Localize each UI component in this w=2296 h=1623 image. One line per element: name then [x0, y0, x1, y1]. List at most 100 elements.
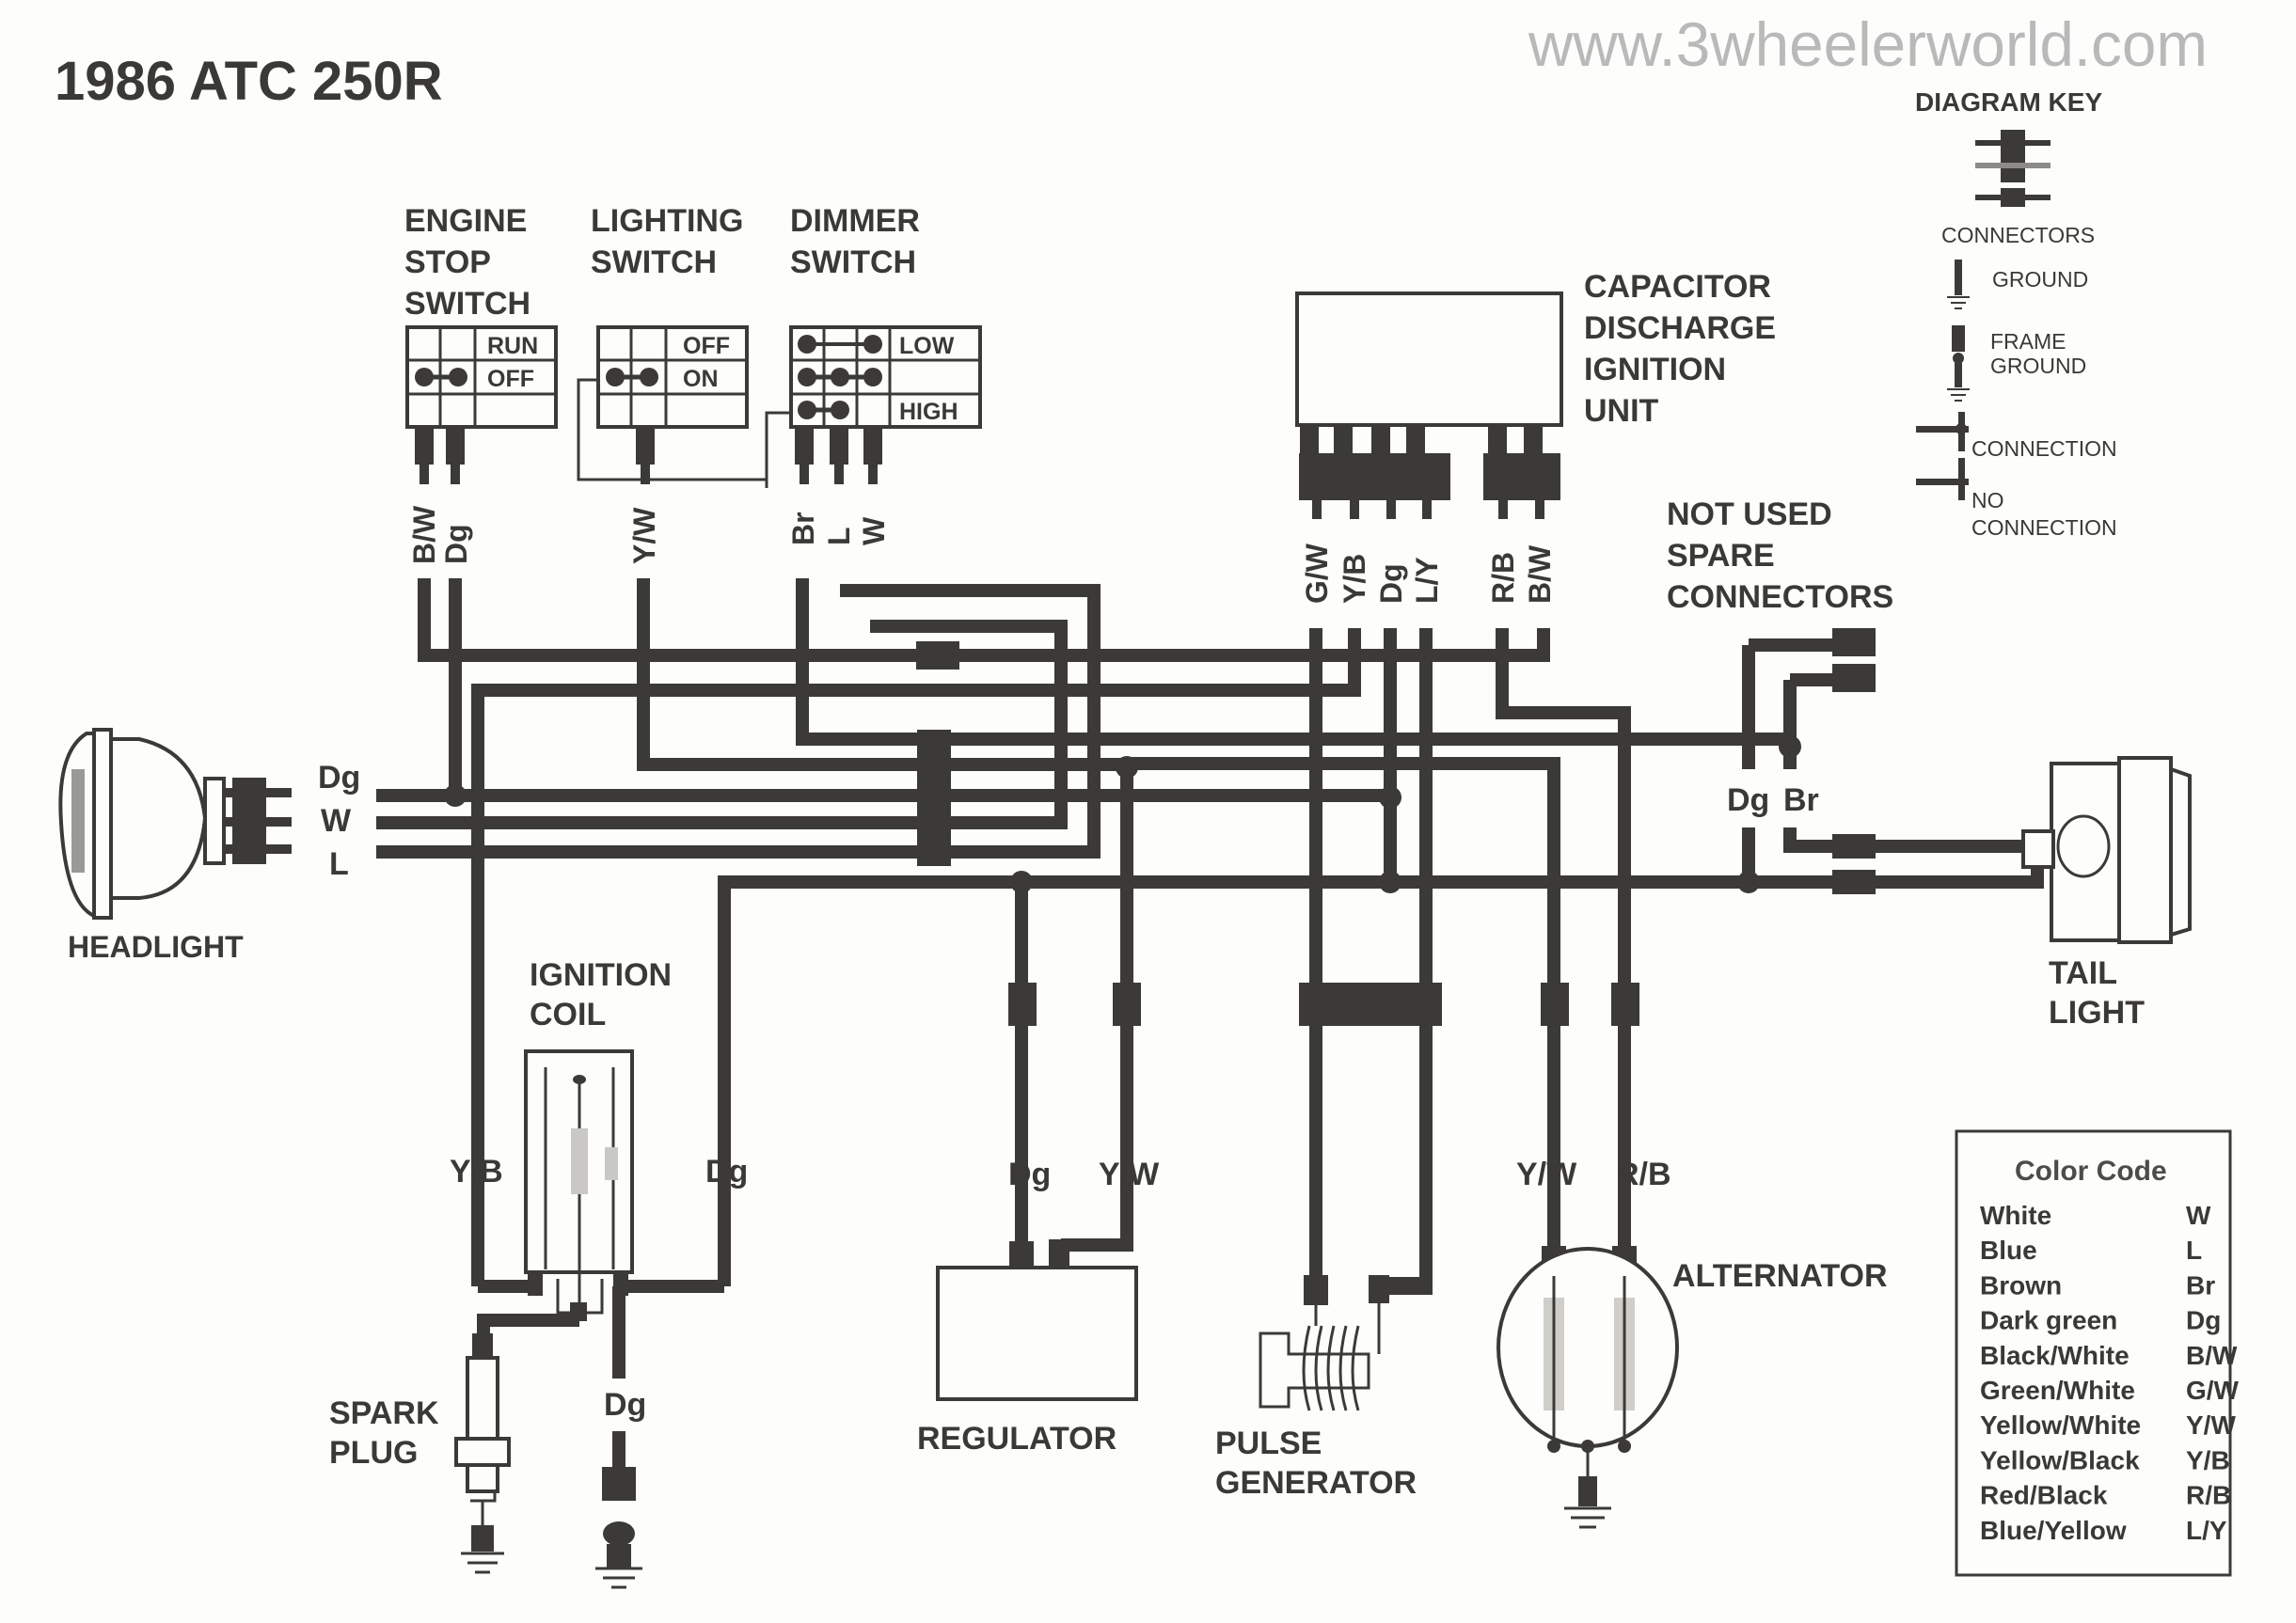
spare-connector-2 [1832, 664, 1876, 692]
engine-stop-wire-dg: Dg [439, 524, 473, 564]
dimmer-high: HIGH [899, 399, 958, 425]
coil-label-2: COIL [530, 997, 606, 1032]
headlight-wire-l: L [329, 846, 349, 882]
color-name: Yellow/Black [1980, 1445, 2140, 1474]
engine-stop-wire-bw: B/W [407, 505, 441, 564]
lighting-label-2: SWITCH [591, 244, 717, 280]
alternator-rb-connector [1611, 983, 1639, 1026]
diagram-title: 1986 ATC 250R [55, 51, 443, 112]
junction-dot [1116, 756, 1138, 779]
color-code-table: Color Code White W Blue L Brown Br Dark green D… [1955, 1129, 2240, 1577]
headlight-wire-w: W [321, 803, 352, 839]
color-abbrev: L [2186, 1236, 2202, 1265]
pulse-generator-connector [1299, 983, 1442, 1026]
wire-spare-br-lower [1783, 827, 1837, 853]
color-name: Black/White [1980, 1341, 2130, 1370]
coil-wire-dg: Dg [705, 1154, 748, 1190]
alternator-wire-yw: Y/W [1516, 1157, 1577, 1192]
no-connection-icon [1916, 458, 1969, 500]
color-code-row: Yellow/White Y/W [1980, 1410, 2236, 1440]
alternator-yw-connector [1541, 983, 1569, 1026]
pulse-label-1: PULSE [1215, 1426, 1322, 1461]
spare-label-2: SPARE [1667, 538, 1775, 574]
dimmer-label-2: SWITCH [790, 244, 916, 280]
pulse-coil-icon [1302, 1325, 1360, 1411]
frame-ground-icon [603, 1521, 635, 1546]
color-abbrev: B/W [2186, 1341, 2238, 1370]
cdi-wire-yb: Y/B [1338, 554, 1371, 604]
tail-label-2: LIGHT [2049, 995, 2145, 1031]
engine-stop-label-1: ENGINE [404, 203, 527, 239]
key-connection-label: CONNECTION [1971, 436, 2117, 461]
color-code-row: Green/White G/W [1980, 1376, 2240, 1405]
color-abbrev: W [2186, 1201, 2211, 1230]
bw-connector [916, 641, 959, 670]
headlight: Dg W L HEADLIGHT [58, 728, 360, 964]
spark-plug-label-1: SPARK [329, 1395, 439, 1431]
color-code-row: Red/Black R/B [1980, 1481, 2231, 1510]
junction-dot [1779, 735, 1801, 758]
color-code-row: Black/White B/W [1980, 1341, 2238, 1370]
cdi-wire-gw: G/W [1300, 543, 1334, 604]
junction-dot [1010, 871, 1033, 893]
color-name: Green/White [1980, 1376, 2135, 1405]
wire-spare-br [1783, 673, 1837, 769]
cdi-wire-rb: R/B [1486, 552, 1520, 604]
color-abbrev: R/B [2186, 1481, 2231, 1510]
key-no-connection-label-2: CONNECTION [1971, 515, 2117, 540]
alternator: Y/W R/B ALTERNATOR [1496, 1157, 1888, 1529]
junction-dot [1737, 871, 1760, 893]
diagram-key: DIAGRAM KEY CONNECTORS GROUND FRAME GROU… [1915, 87, 2117, 540]
lighting-label-1: LIGHTING [591, 203, 743, 239]
color-name: Blue/Yellow [1980, 1516, 2127, 1545]
ignition-coil: IGNITION COIL Y/B Dg [450, 957, 748, 1379]
color-abbrev: Dg [2186, 1306, 2221, 1335]
coil-label-1: IGNITION [530, 957, 672, 993]
cdi-label-2: DISCHARGE [1584, 310, 1776, 346]
color-abbrev: G/W [2186, 1376, 2240, 1405]
headlight-wire-dg: Dg [318, 760, 360, 796]
color-name: White [1980, 1201, 2051, 1230]
spark-plug-label-2: PLUG [329, 1435, 418, 1471]
tail-bulb-icon [2056, 814, 2111, 878]
color-name: Dark green [1980, 1306, 2117, 1335]
engine-stop-run: RUN [487, 333, 538, 359]
engine-stop-label-2: STOP [404, 244, 491, 280]
watermark: www.3wheelerworld.com [1528, 9, 2208, 79]
regulator-wire-dg: Dg [1008, 1157, 1051, 1192]
color-code-row: Yellow/Black Y/B [1980, 1445, 2230, 1474]
key-connectors-label: CONNECTORS [1941, 223, 2095, 247]
regulator-wire-yw: Y/W [1099, 1157, 1160, 1192]
key-frame-ground-label-2: GROUND [1990, 354, 2086, 378]
headlight-housing [109, 737, 208, 900]
tail-light: TAIL LIGHT [2021, 756, 2192, 1031]
key-no-connection-label-1: NO [1971, 488, 2004, 512]
junction-dot [1379, 871, 1401, 893]
engine-stop-off: OFF [487, 366, 534, 392]
ground-icon [461, 1552, 504, 1574]
headlight-label: HEADLIGHT [68, 930, 244, 964]
junction-dot [1379, 786, 1401, 809]
dimmer-switch: DIMMER SWITCH LOW HIGH Br L W [786, 203, 982, 545]
engine-stop-switch: ENGINE STOP SWITCH RUN OFF B/W Dg [404, 203, 558, 564]
color-abbrev: Y/W [2186, 1410, 2236, 1440]
color-code-title: Color Code [2015, 1156, 2167, 1187]
alternator-housing [1496, 1247, 1679, 1448]
color-name: Red/Black [1980, 1481, 2108, 1510]
lighting-wire-yw: Y/W [627, 507, 661, 564]
key-frame-ground-label-1: FRAME [1990, 329, 2066, 354]
color-abbrev: Br [2186, 1270, 2215, 1300]
cdi-wire-bw: B/W [1523, 544, 1557, 604]
junction-dot [444, 784, 467, 807]
color-name: Brown [1980, 1270, 2062, 1300]
regulator-dg-connector [1008, 983, 1037, 1026]
engine-stop-label-3: SWITCH [404, 286, 530, 322]
alternator-wire-rb: R/B [1616, 1157, 1671, 1192]
color-abbrev: L/Y [2186, 1516, 2227, 1545]
cdi-wire-dg: Dg [1374, 563, 1408, 604]
color-abbrev: Y/B [2186, 1445, 2230, 1474]
dimmer-wire-br: Br [786, 512, 820, 545]
coil-winding-icon [571, 1128, 588, 1194]
color-name: Blue [1980, 1236, 2037, 1265]
dimmer-wire-l: L [822, 527, 856, 545]
